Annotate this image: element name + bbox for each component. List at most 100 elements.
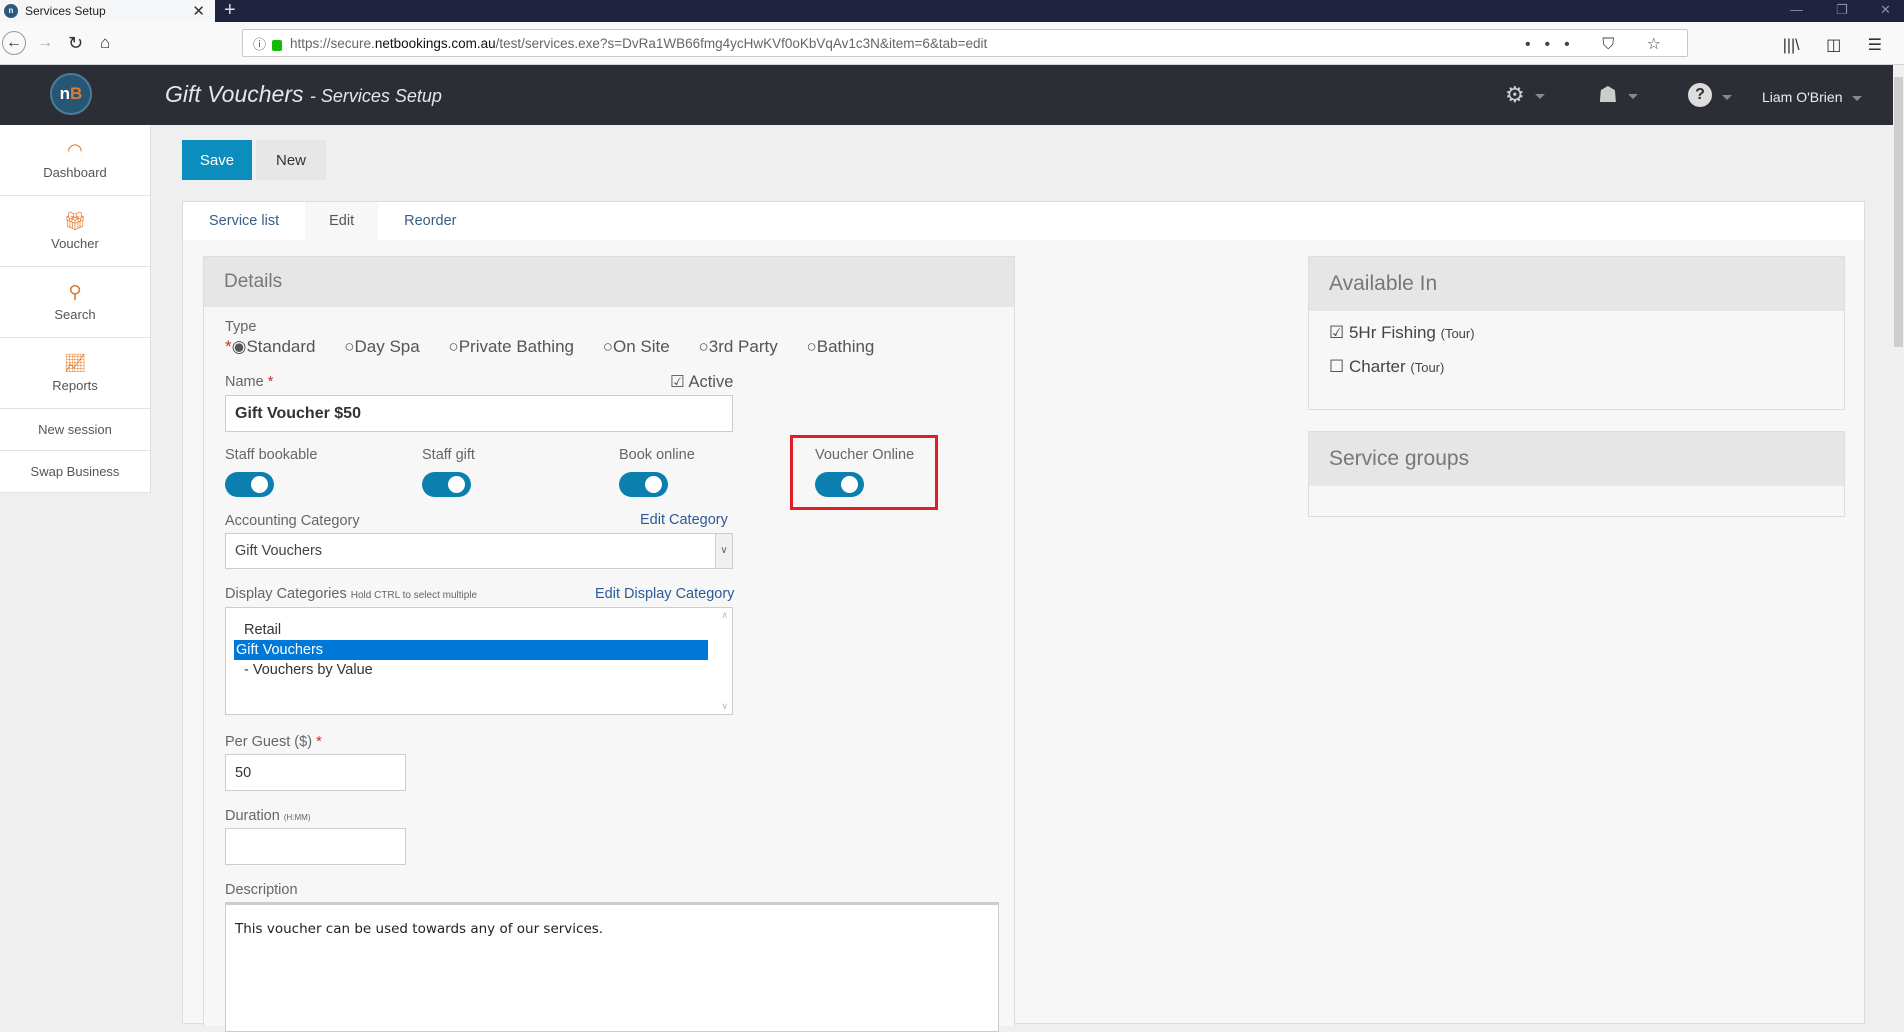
radio-on-site[interactable]: ○On Site xyxy=(603,337,682,356)
reports-icon: 📈︎ xyxy=(63,352,87,373)
page-actions-icon[interactable]: ••• ⛉ ☆ xyxy=(1525,34,1675,54)
edit-display-category-link[interactable]: Edit Display Category xyxy=(595,586,734,602)
reload-icon[interactable]: ↻ xyxy=(68,30,83,56)
list-item-selected[interactable]: Gift Vouchers xyxy=(234,640,708,660)
scrollbar-thumb[interactable] xyxy=(1894,77,1903,347)
sidebar-item-search[interactable]: ⚲ Search xyxy=(0,267,150,338)
staff-bookable-toggle[interactable] xyxy=(225,472,274,497)
accounting-category-label: Accounting Category xyxy=(225,513,360,529)
app-header: nB Gift Vouchers - Services Setup ⚙ ☗ ? … xyxy=(0,65,1893,125)
radio-private-bathing[interactable]: ○Private Bathing xyxy=(448,337,586,356)
back-icon[interactable]: ← xyxy=(2,31,26,55)
close-tab-icon[interactable]: ✕ xyxy=(192,2,205,20)
radio-standard[interactable]: ◉Standard xyxy=(232,337,328,356)
sidebar: ◠ Dashboard 🎁︎ Voucher ⚲ Search 📈︎ Repor… xyxy=(0,125,151,493)
details-heading: Details xyxy=(204,257,1014,307)
browser-toolbar: |||\ ◫ ☰ xyxy=(1783,35,1904,55)
settings-icon[interactable]: ⚙ xyxy=(1505,82,1545,108)
tab-title: Services Setup xyxy=(25,4,106,18)
list-item[interactable]: - Vouchers by Value xyxy=(234,660,708,680)
name-label: Name * xyxy=(225,374,274,390)
app-logo[interactable]: nB xyxy=(50,73,92,115)
window-close-icon[interactable]: ✕ xyxy=(1880,2,1891,18)
sidebar-item-reports[interactable]: 📈︎ Reports xyxy=(0,338,150,409)
per-guest-input[interactable]: 50 xyxy=(225,754,406,791)
browser-tab-bar: n Services Setup ✕ + — ❐ ✕ xyxy=(0,0,1904,22)
book-online-toggle[interactable] xyxy=(619,472,668,497)
new-button[interactable]: New xyxy=(256,140,326,180)
book-online-label: Book online xyxy=(619,447,695,463)
service-groups-panel: Service groups xyxy=(1308,431,1845,517)
scroll-down-icon[interactable]: ∨ xyxy=(721,701,728,712)
sidebar-icon[interactable]: ◫ xyxy=(1826,37,1841,54)
duration-input[interactable] xyxy=(225,828,406,865)
browser-tab[interactable]: n Services Setup ✕ xyxy=(0,0,215,22)
home-icon[interactable]: ⌂ xyxy=(100,30,110,56)
lock-icon xyxy=(272,39,283,51)
help-caret-icon[interactable] xyxy=(1722,95,1732,100)
active-checkbox[interactable]: ☑ Active xyxy=(670,372,733,392)
sidebar-item-label: Reports xyxy=(52,377,98,393)
duration-label: Duration (H:MM) xyxy=(225,808,311,824)
tab-bar: Service list Edit Reorder xyxy=(183,202,1864,240)
site-info-icon[interactable]: ⓘ xyxy=(253,34,266,53)
dashboard-icon: ◠ xyxy=(67,139,83,160)
new-tab-button[interactable]: + xyxy=(224,0,236,20)
staff-gift-label: Staff gift xyxy=(422,447,475,463)
available-in-heading: Available In xyxy=(1309,257,1844,311)
user-menu[interactable]: Liam O'Brien xyxy=(1762,89,1863,105)
sidebar-item-label: Voucher xyxy=(51,235,99,251)
sidebar-item-voucher[interactable]: 🎁︎ Voucher xyxy=(0,196,150,267)
url-bar[interactable]: ⓘ https://secure.netbookings.com.au/test… xyxy=(242,29,1688,57)
service-groups-heading: Service groups xyxy=(1309,432,1844,486)
help-icon[interactable]: ? xyxy=(1688,83,1712,107)
gift-icon: 🎁︎ xyxy=(63,210,87,231)
forward-icon[interactable]: → xyxy=(37,30,53,56)
restore-icon[interactable]: ❐ xyxy=(1836,2,1848,18)
minimize-icon[interactable]: — xyxy=(1790,2,1803,17)
name-input[interactable]: Gift Voucher $50 xyxy=(225,395,733,432)
description-textarea[interactable]: This voucher can be used towards any of … xyxy=(225,902,999,1032)
sidebar-item-label: Search xyxy=(54,306,96,322)
save-button[interactable]: Save xyxy=(182,140,252,180)
available-charter-checkbox[interactable]: ☐ Charter (Tour) xyxy=(1329,357,1444,377)
tab-reorder[interactable]: Reorder xyxy=(378,202,482,240)
url-text: https://secure.netbookings.com.au/test/s… xyxy=(290,35,988,51)
accounting-category-select[interactable]: Gift Vouchers ∨ xyxy=(225,533,733,569)
staff-bookable-label: Staff bookable xyxy=(225,447,318,463)
menu-icon[interactable]: ☰ xyxy=(1868,37,1882,54)
sidebar-link-swap-business[interactable]: Swap Business xyxy=(0,451,150,493)
tab-edit[interactable]: Edit xyxy=(305,202,379,240)
site-favicon-icon: n xyxy=(4,4,18,18)
ninja-icon[interactable]: ☗ xyxy=(1598,82,1638,108)
list-item[interactable]: Retail xyxy=(234,620,708,640)
services-card: Service list Edit Reorder Details Type *… xyxy=(182,201,1865,1032)
details-panel: Details Type *◉Standard ○Day Spa ○Privat… xyxy=(203,256,1015,1032)
voucher-online-toggle[interactable] xyxy=(815,472,864,497)
available-5hr-fishing-checkbox[interactable]: ☑ 5Hr Fishing (Tour) xyxy=(1329,323,1475,343)
type-radio-group: *◉Standard ○Day Spa ○Private Bathing ○On… xyxy=(225,337,898,357)
display-categories-label: Display Categories Hold CTRL to select m… xyxy=(225,586,478,602)
radio-day-spa[interactable]: ○Day Spa xyxy=(344,337,431,356)
page-scrollbar[interactable] xyxy=(1893,65,1904,1024)
sidebar-item-dashboard[interactable]: ◠ Dashboard xyxy=(0,125,150,196)
voucher-online-label: Voucher Online xyxy=(815,447,915,463)
library-icon[interactable]: |||\ xyxy=(1783,37,1800,54)
tab-service-list[interactable]: Service list xyxy=(183,202,305,240)
edit-category-link[interactable]: Edit Category xyxy=(640,512,728,528)
type-label: Type xyxy=(225,319,257,335)
page-title: Gift Vouchers - Services Setup xyxy=(165,81,442,107)
sidebar-link-new-session[interactable]: New session xyxy=(0,409,150,451)
sidebar-item-label: Dashboard xyxy=(43,164,107,180)
chevron-down-icon[interactable]: ∨ xyxy=(715,534,732,568)
search-icon: ⚲ xyxy=(68,281,82,302)
description-label: Description xyxy=(225,882,298,898)
available-in-panel: Available In ☑ 5Hr Fishing (Tour) ☐ Char… xyxy=(1308,256,1845,410)
radio-bathing[interactable]: ○Bathing xyxy=(806,337,886,356)
staff-gift-toggle[interactable] xyxy=(422,472,471,497)
radio-3rd-party[interactable]: ○3rd Party xyxy=(698,337,789,356)
scroll-up-icon[interactable]: ∧ xyxy=(721,610,728,621)
per-guest-label: Per Guest ($) * xyxy=(225,734,322,750)
display-categories-listbox[interactable]: Retail Gift Vouchers - Vouchers by Value… xyxy=(225,607,733,715)
browser-nav-bar: ← → ↻ ⌂ ⓘ https://secure.netbookings.com… xyxy=(0,22,1904,65)
